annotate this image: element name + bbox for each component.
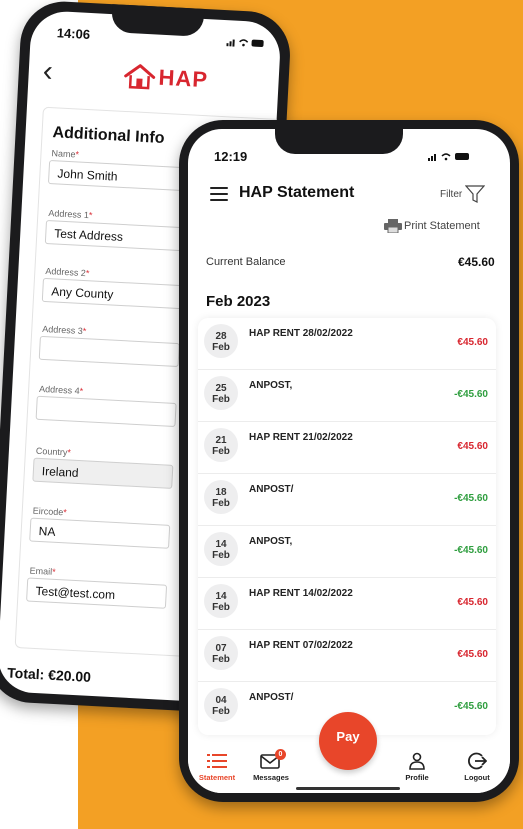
tab-statement-label: Statement: [198, 773, 236, 782]
address4-field[interactable]: [35, 395, 177, 428]
address2-label: Address 2*: [45, 265, 90, 279]
address3-label: Address 3*: [42, 323, 87, 337]
print-label: Print Statement: [404, 220, 480, 232]
pay-button[interactable]: Pay: [319, 712, 377, 770]
date-badge: 07 Feb: [204, 636, 238, 670]
email-field[interactable]: Test@test.com: [26, 577, 168, 609]
balance-label: Current Balance: [206, 256, 286, 268]
transaction-amount: -€45.60: [454, 545, 488, 556]
back-chevron-icon[interactable]: ‹: [42, 55, 54, 88]
country-select[interactable]: Ireland: [32, 457, 174, 489]
home-indicator: [296, 787, 400, 790]
house-logo-icon: [124, 64, 156, 90]
tab-logout-label: Logout: [464, 773, 490, 782]
filter-funnel-icon: [465, 185, 486, 203]
transaction-amount: €45.60: [457, 441, 488, 452]
back-phone-notch: [110, 4, 205, 37]
transaction-description: HAP RENT 28/02/2022: [249, 328, 353, 339]
month-heading: Feb 2023: [206, 293, 271, 310]
transaction-amount: -€45.60: [454, 389, 488, 400]
tab-profile-label: Profile: [405, 773, 429, 782]
page-title: HAP Statement: [239, 184, 355, 201]
tab-profile[interactable]: Profile: [390, 749, 444, 782]
form-title: Additional Info: [52, 124, 165, 148]
date-badge: 04 Feb: [204, 688, 238, 722]
date-badge: 14 Feb: [204, 584, 238, 618]
name-field[interactable]: John Smith: [47, 160, 189, 192]
hap-logo: HAP: [122, 63, 209, 93]
tab-messages[interactable]: 0 Messages: [244, 749, 298, 782]
address1-field[interactable]: Test Address: [44, 219, 186, 252]
balance-value: €45.60: [458, 255, 495, 269]
date-badge: 25 Feb: [204, 376, 238, 410]
date-badge: 18 Feb: [204, 480, 238, 514]
user-icon: [409, 752, 425, 770]
logo-text: HAP: [158, 64, 209, 93]
status-time: 12:19: [214, 149, 248, 164]
tab-logout[interactable]: Logout: [450, 749, 504, 782]
name-label: Name*: [51, 148, 80, 160]
messages-badge: 0: [275, 749, 286, 760]
list-icon: [207, 754, 227, 768]
transaction-row[interactable]: 14 Feb ANPOST, -€45.60: [198, 526, 496, 578]
transaction-amount: €45.60: [457, 597, 488, 608]
print-statement-button[interactable]: Print Statement: [384, 219, 480, 233]
transaction-description: ANPOST/: [249, 484, 294, 495]
transaction-row[interactable]: 21 Feb HAP RENT 21/02/2022 €45.60: [198, 422, 496, 474]
eircode-field[interactable]: NA: [29, 517, 171, 549]
country-label: Country*: [35, 445, 72, 458]
transaction-row[interactable]: 18 Feb ANPOST/ -€45.60: [198, 474, 496, 526]
filter-label: Filter: [440, 188, 463, 200]
transaction-amount: €45.60: [457, 337, 488, 348]
front-phone-notch: [275, 120, 403, 154]
transaction-amount: -€45.60: [454, 493, 488, 504]
transaction-description: HAP RENT 07/02/2022: [249, 640, 353, 651]
printer-icon: [384, 219, 402, 233]
transaction-amount: -€45.60: [454, 701, 488, 712]
address2-field[interactable]: Any County: [41, 277, 183, 310]
total-amount: Total: €20.00: [6, 664, 92, 685]
filter-button[interactable]: Filter: [440, 185, 486, 203]
signal-wifi-battery-icon: [428, 153, 469, 161]
address3-field[interactable]: [38, 335, 180, 368]
address4-label: Address 4*: [38, 383, 84, 397]
front-phone-screen: 12:19 HAP Statement Filter Print Stateme…: [188, 129, 510, 793]
transaction-list: 28 Feb HAP RENT 28/02/2022 €45.60 25 Feb A…: [198, 318, 496, 735]
signal-wifi-battery-icon: [226, 39, 264, 47]
status-icons: [226, 36, 267, 52]
transaction-row[interactable]: 14 Feb HAP RENT 14/02/2022 €45.60: [198, 578, 496, 630]
date-badge: 14 Feb: [204, 532, 238, 566]
transaction-description: HAP RENT 14/02/2022: [249, 588, 353, 599]
transaction-amount: €45.60: [457, 649, 488, 660]
transaction-row[interactable]: 07 Feb HAP RENT 07/02/2022 €45.60: [198, 630, 496, 682]
status-time: 14:06: [56, 25, 91, 42]
email-label: Email*: [29, 565, 56, 577]
transaction-row[interactable]: 28 Feb HAP RENT 28/02/2022 €45.60: [198, 318, 496, 370]
tab-messages-label: Messages: [253, 773, 289, 782]
tab-statement[interactable]: Statement: [190, 749, 244, 782]
transaction-description: ANPOST,: [249, 380, 293, 391]
status-icons: [428, 151, 472, 165]
hamburger-menu-icon[interactable]: [210, 187, 228, 205]
date-badge: 21 Feb: [204, 428, 238, 462]
eircode-label: Eircode*: [32, 505, 68, 518]
transaction-description: ANPOST/: [249, 692, 294, 703]
logout-icon: [468, 752, 487, 770]
transaction-description: HAP RENT 21/02/2022: [249, 432, 353, 443]
address1-label: Address 1*: [48, 208, 93, 221]
transaction-description: ANPOST,: [249, 536, 293, 547]
transaction-row[interactable]: 25 Feb ANPOST, -€45.60: [198, 370, 496, 422]
front-phone-frame: 12:19 HAP Statement Filter Print Stateme…: [179, 120, 519, 802]
date-badge: 28 Feb: [204, 324, 238, 358]
